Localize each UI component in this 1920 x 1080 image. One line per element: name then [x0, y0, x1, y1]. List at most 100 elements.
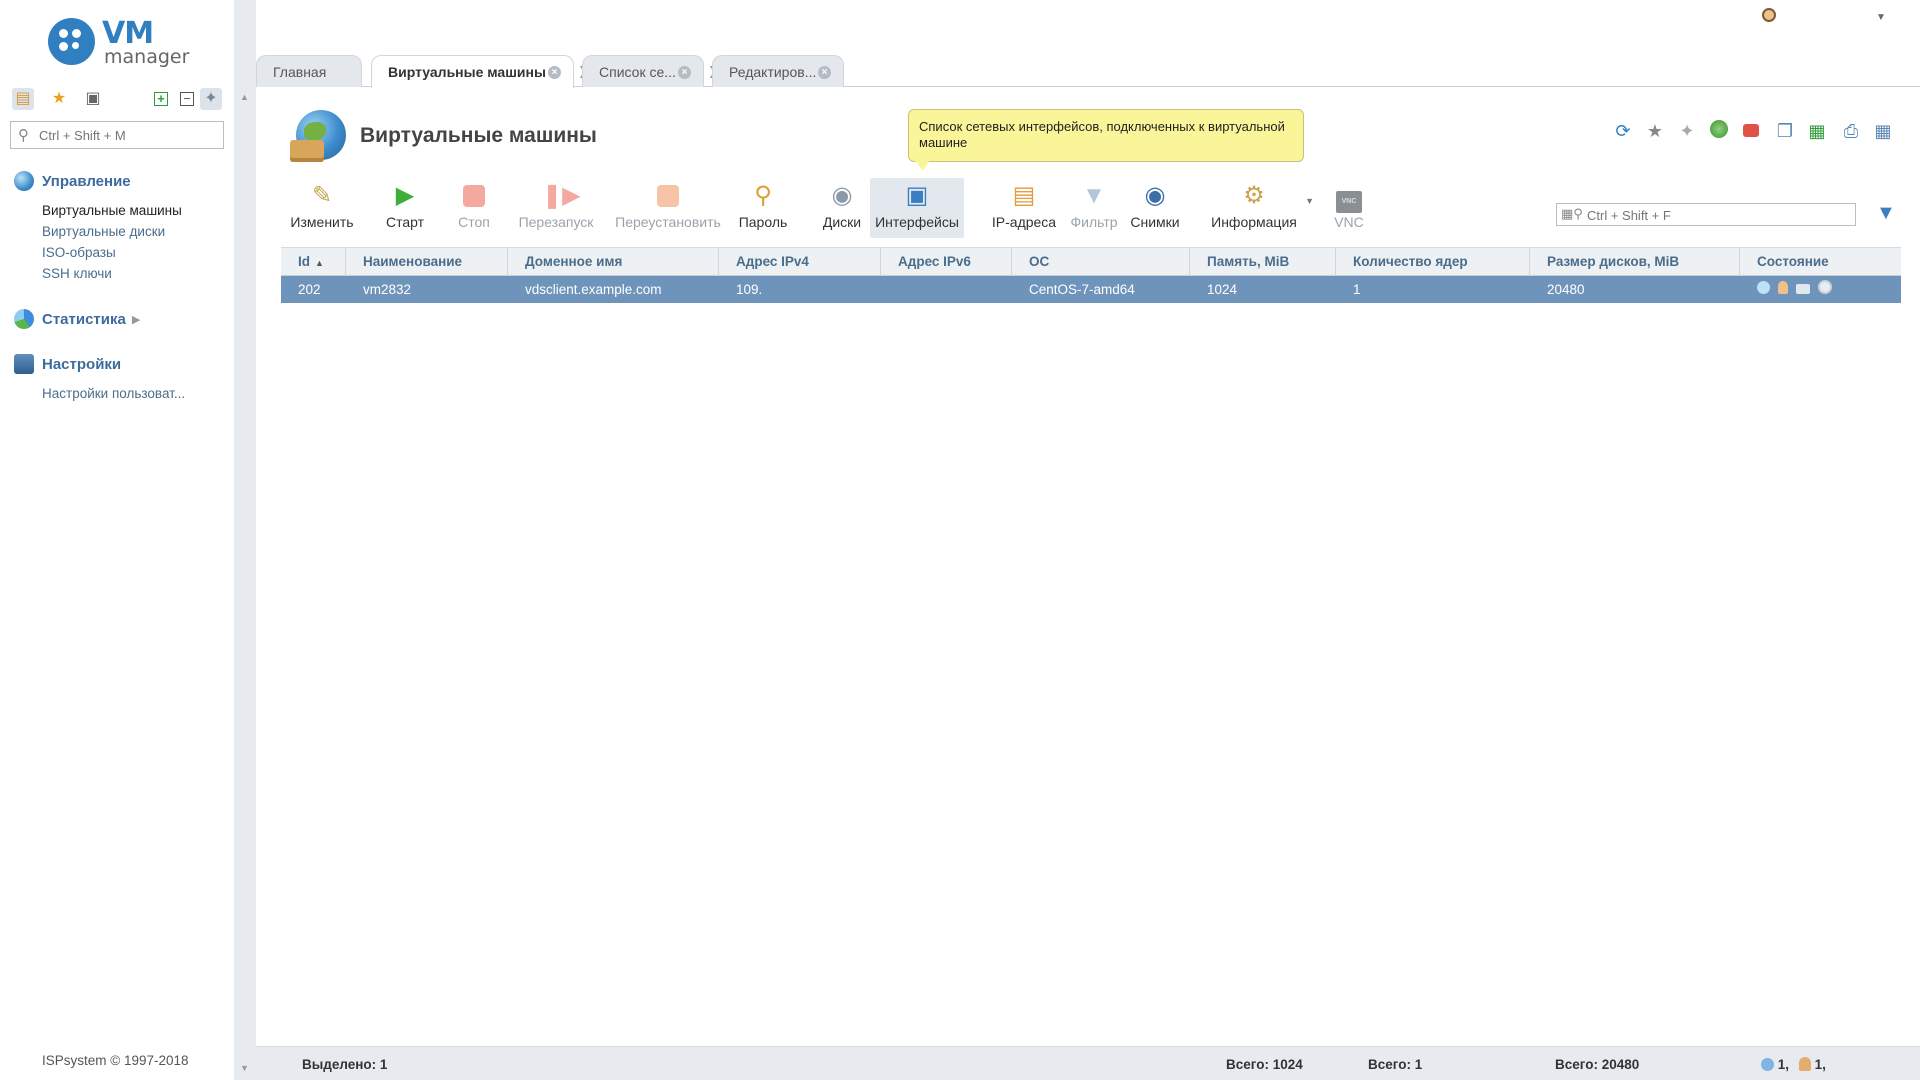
table-search-field[interactable]: ▦⚲ — [1556, 203, 1856, 226]
button-label: Переустановить — [615, 214, 721, 230]
start-button[interactable]: ▶ Старт — [372, 178, 438, 238]
briefcase-icon[interactable]: ▣ — [82, 88, 104, 110]
disks-icon: ◉ — [831, 182, 853, 209]
column-title: Память, MiB — [1207, 254, 1290, 269]
disks-button[interactable]: ◉ Диски — [812, 178, 872, 238]
cell-cores: 1 — [1353, 282, 1361, 297]
selected-count: Выделено: 1 — [302, 1057, 388, 1072]
ip-addresses-button[interactable]: ▤ IP-адреса — [984, 178, 1064, 238]
nav-group-management-header[interactable]: Управление — [14, 170, 182, 192]
column-header-memory[interactable]: Память, MiB — [1190, 248, 1336, 276]
vmmanager-logo[interactable]: VM manager — [48, 16, 198, 72]
information-button[interactable]: ⚙ Информация ▼ — [1206, 178, 1314, 238]
page-actions: ⟳ ★ ✦ ❐ ▦ ⎙ ▦ — [1612, 120, 1912, 144]
tab-label: Главная — [273, 63, 327, 80]
button-label: Стоп — [458, 214, 490, 230]
column-header-id[interactable]: Id ▲ — [281, 248, 346, 276]
close-tab-icon[interactable]: × — [818, 66, 831, 79]
menu-tree-icon[interactable]: ▤ — [12, 88, 34, 110]
column-header-cores[interactable]: Количество ядер — [1336, 248, 1530, 276]
cell-id: 202 — [298, 282, 321, 297]
sidebar-item-ssh-keys[interactable]: SSH ключи — [14, 263, 182, 284]
button-label: Интерфейсы — [875, 214, 959, 230]
cell-ipv6 — [881, 276, 898, 303]
nav-group-statistics-header[interactable]: Статистика ▶ — [14, 308, 140, 330]
column-header-ipv4[interactable]: Адрес IPv4 — [719, 248, 881, 276]
cell-disk: 20480 — [1547, 282, 1585, 297]
button-label: Диски — [822, 214, 862, 230]
tab-edit[interactable]: Редактиров... × — [712, 55, 844, 87]
user-avatar-icon[interactable] — [1758, 8, 1780, 30]
menu-search-field[interactable]: ⚲ — [10, 121, 224, 149]
table-search-input[interactable] — [1587, 206, 1847, 224]
pin-icon[interactable]: ✦ — [1676, 120, 1698, 142]
tooltip: Список сетевых интерфейсов, подключенных… — [908, 109, 1304, 171]
cell-domain: vdsclient.example.com — [525, 282, 662, 297]
button-label: Изменить — [290, 214, 354, 230]
copy-icon[interactable]: ❐ — [1774, 120, 1796, 142]
column-header-domain[interactable]: Доменное имя — [508, 248, 719, 276]
nav-group-management: Управление Виртуальные машины Виртуальны… — [14, 170, 182, 284]
tab-label: Виртуальные машины — [388, 64, 546, 80]
refresh-icon[interactable]: ⟳ — [1612, 120, 1634, 142]
restart-button[interactable]: ❚▶ Перезапуск — [510, 178, 602, 238]
sidebar-item-user-settings[interactable]: Настройки пользоват... — [14, 383, 185, 404]
filter-button[interactable]: ▼ Фильтр — [1064, 178, 1124, 238]
favorite-star-icon[interactable]: ★ — [1644, 120, 1666, 142]
status-owner-user-icon — [1777, 281, 1788, 294]
restart-icon: ❚▶ — [542, 182, 581, 209]
sidebar-item-iso-images[interactable]: ISO-образы — [14, 242, 182, 263]
table-row[interactable]: 202 vm2832 vdsclient.example.com 109. Ce… — [281, 276, 1901, 303]
column-header-os[interactable]: ОС — [1012, 248, 1190, 276]
snapshots-button[interactable]: ◉ Снимки — [1124, 178, 1186, 238]
scroll-down-arrow-icon[interactable]: ▼ — [240, 1063, 249, 1073]
cell-name: vm2832 — [363, 282, 412, 297]
sidebar-splitter[interactable]: ▲ ▼ — [234, 0, 256, 1080]
password-button[interactable]: ⚲ Пароль — [728, 178, 798, 238]
tab-label: Редактиров... — [729, 63, 817, 80]
nav-group-title: Управление — [42, 172, 131, 190]
nav-group-settings-header[interactable]: Настройки — [14, 353, 185, 375]
status-iso-disc-icon — [1817, 280, 1832, 294]
stop-button[interactable]: Стоп — [446, 178, 502, 238]
pie-chart-icon — [14, 309, 34, 329]
chevron-down-icon[interactable]: ▼ — [1305, 196, 1314, 206]
expand-all-icon[interactable]: + — [150, 88, 172, 110]
edit-button[interactable]: ✎ Изменить — [282, 178, 362, 238]
column-header-ipv6[interactable]: Адрес IPv6 — [881, 248, 1012, 276]
column-header-disk-size[interactable]: Размер дисков, MiB — [1530, 248, 1740, 276]
collapse-all-icon[interactable]: − — [176, 88, 198, 110]
stop-record-icon[interactable] — [1740, 120, 1762, 142]
main-content: Виртуальные машины Список сетевых интерф… — [256, 88, 1920, 1046]
close-tab-icon[interactable]: × — [678, 66, 691, 79]
filter-funnel-icon[interactable]: ▼ — [1876, 202, 1896, 225]
tab-virtual-machines[interactable]: Виртуальные машины × ❯ — [371, 55, 588, 88]
tab-bar: Главная Виртуальные машины × ❯ Список се… — [256, 55, 1920, 88]
help-globe-icon[interactable] — [1708, 120, 1730, 142]
total-disk: Всего: 20480 — [1555, 1057, 1640, 1072]
user-menu-chevron-down-icon[interactable]: ▼ — [1876, 12, 1886, 23]
reinstall-button[interactable]: Переустановить — [610, 178, 726, 238]
menu-search-input[interactable] — [39, 125, 219, 145]
column-title: Состояние — [1757, 254, 1829, 269]
favorites-star-icon[interactable]: ★ — [48, 88, 70, 110]
pin-icon[interactable]: ✦ — [200, 88, 222, 110]
nav-group-statistics: Статистика ▶ — [14, 308, 140, 330]
tab-home[interactable]: Главная — [256, 55, 362, 87]
sidebar-item-virtual-machines[interactable]: Виртуальные машины — [14, 200, 182, 221]
vnc-button[interactable]: VNC VNC — [1322, 178, 1376, 238]
export-excel-icon[interactable]: ▦ — [1806, 120, 1828, 142]
table-settings-icon[interactable]: ▦ — [1872, 120, 1894, 142]
tab-interfaces-list[interactable]: Список се... × ❯ — [582, 55, 718, 87]
state-summary: 1, 1, — [1761, 1057, 1826, 1072]
close-tab-icon[interactable]: × — [548, 66, 561, 79]
sidebar-item-virtual-disks[interactable]: Виртуальные диски — [14, 221, 182, 242]
button-label: Перезапуск — [518, 214, 594, 230]
column-header-name[interactable]: Наименование — [346, 248, 508, 276]
column-title: Адрес IPv4 — [736, 254, 809, 269]
column-title: Размер дисков, MiB — [1547, 254, 1680, 269]
interfaces-button[interactable]: ▣ Интерфейсы — [870, 178, 964, 238]
print-icon[interactable]: ⎙ — [1840, 120, 1862, 142]
column-header-state[interactable]: Состояние — [1740, 248, 1901, 276]
scroll-up-arrow-icon[interactable]: ▲ — [240, 92, 249, 102]
